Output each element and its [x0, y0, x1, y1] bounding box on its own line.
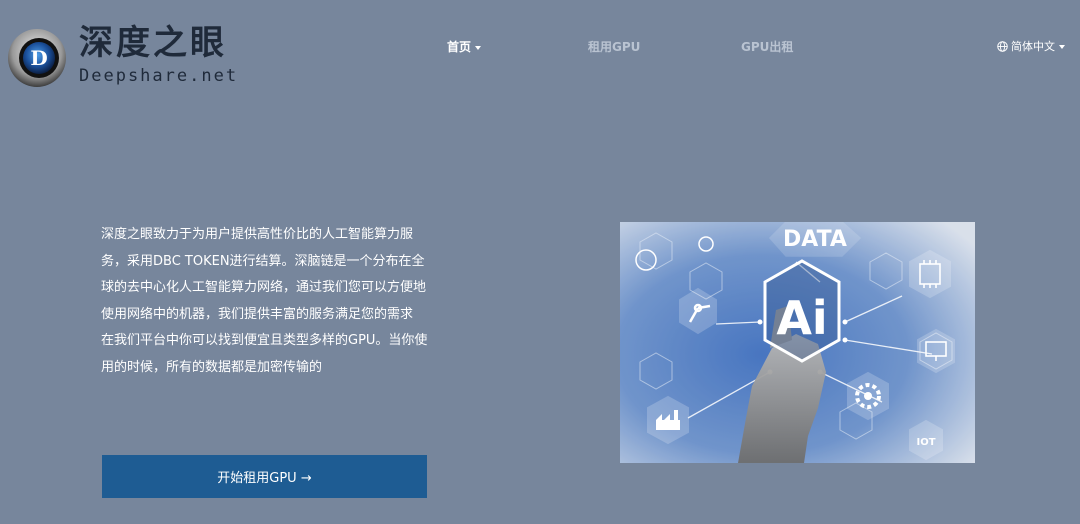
nav-item-home-label: 首页 — [447, 40, 472, 54]
brand-logo[interactable]: D 深度之眼 Deepshare.net — [7, 24, 247, 90]
logo-eye-icon: D — [8, 29, 66, 87]
chevron-down-icon — [1059, 45, 1065, 49]
iot-label: IOT — [916, 437, 935, 448]
nav-item-lend-gpu-label: GPU出租 — [741, 40, 794, 54]
brand-subtitle: Deepshare.net — [79, 66, 239, 86]
hero-paragraph-1: 深度之眼致力于为用户提供高性价比的人工智能算力服务，采用DBC TOKEN进行结… — [101, 227, 427, 322]
language-selector[interactable]: 简体中文 — [997, 38, 1065, 54]
globe-icon — [997, 41, 1008, 52]
data-label: DATA — [783, 227, 847, 252]
nav-item-rent-gpu[interactable]: 租用GPU — [588, 38, 640, 55]
ai-data-illustration: DATA Ai IOT — [620, 222, 975, 463]
hero-description: 深度之眼致力于为用户提供高性价比的人工智能算力服务，采用DBC TOKEN进行结… — [101, 222, 431, 381]
logo-letter: D — [30, 46, 47, 70]
nav-item-home[interactable]: 首页 — [447, 38, 482, 55]
hero-illustration: DATA Ai IOT — [620, 222, 975, 463]
language-label: 简体中文 — [1011, 40, 1055, 53]
brand-title: 深度之眼 — [79, 23, 227, 63]
page: D 深度之眼 Deepshare.net 首页 租用GPU GPU出租 简体中文… — [0, 0, 1080, 524]
nav-item-rent-gpu-label: 租用GPU — [588, 40, 641, 54]
hero-paragraph-2: 在我们平台中你可以找到便宜且类型多样的GPU。当你使用的时候，所有的数据都是加密… — [101, 333, 428, 375]
nav-item-lend-gpu[interactable]: GPU出租 — [741, 38, 793, 55]
start-renting-gpu-button[interactable]: 开始租用GPU → — [102, 455, 427, 498]
chevron-down-icon — [475, 45, 482, 50]
ai-label: Ai — [776, 291, 827, 345]
